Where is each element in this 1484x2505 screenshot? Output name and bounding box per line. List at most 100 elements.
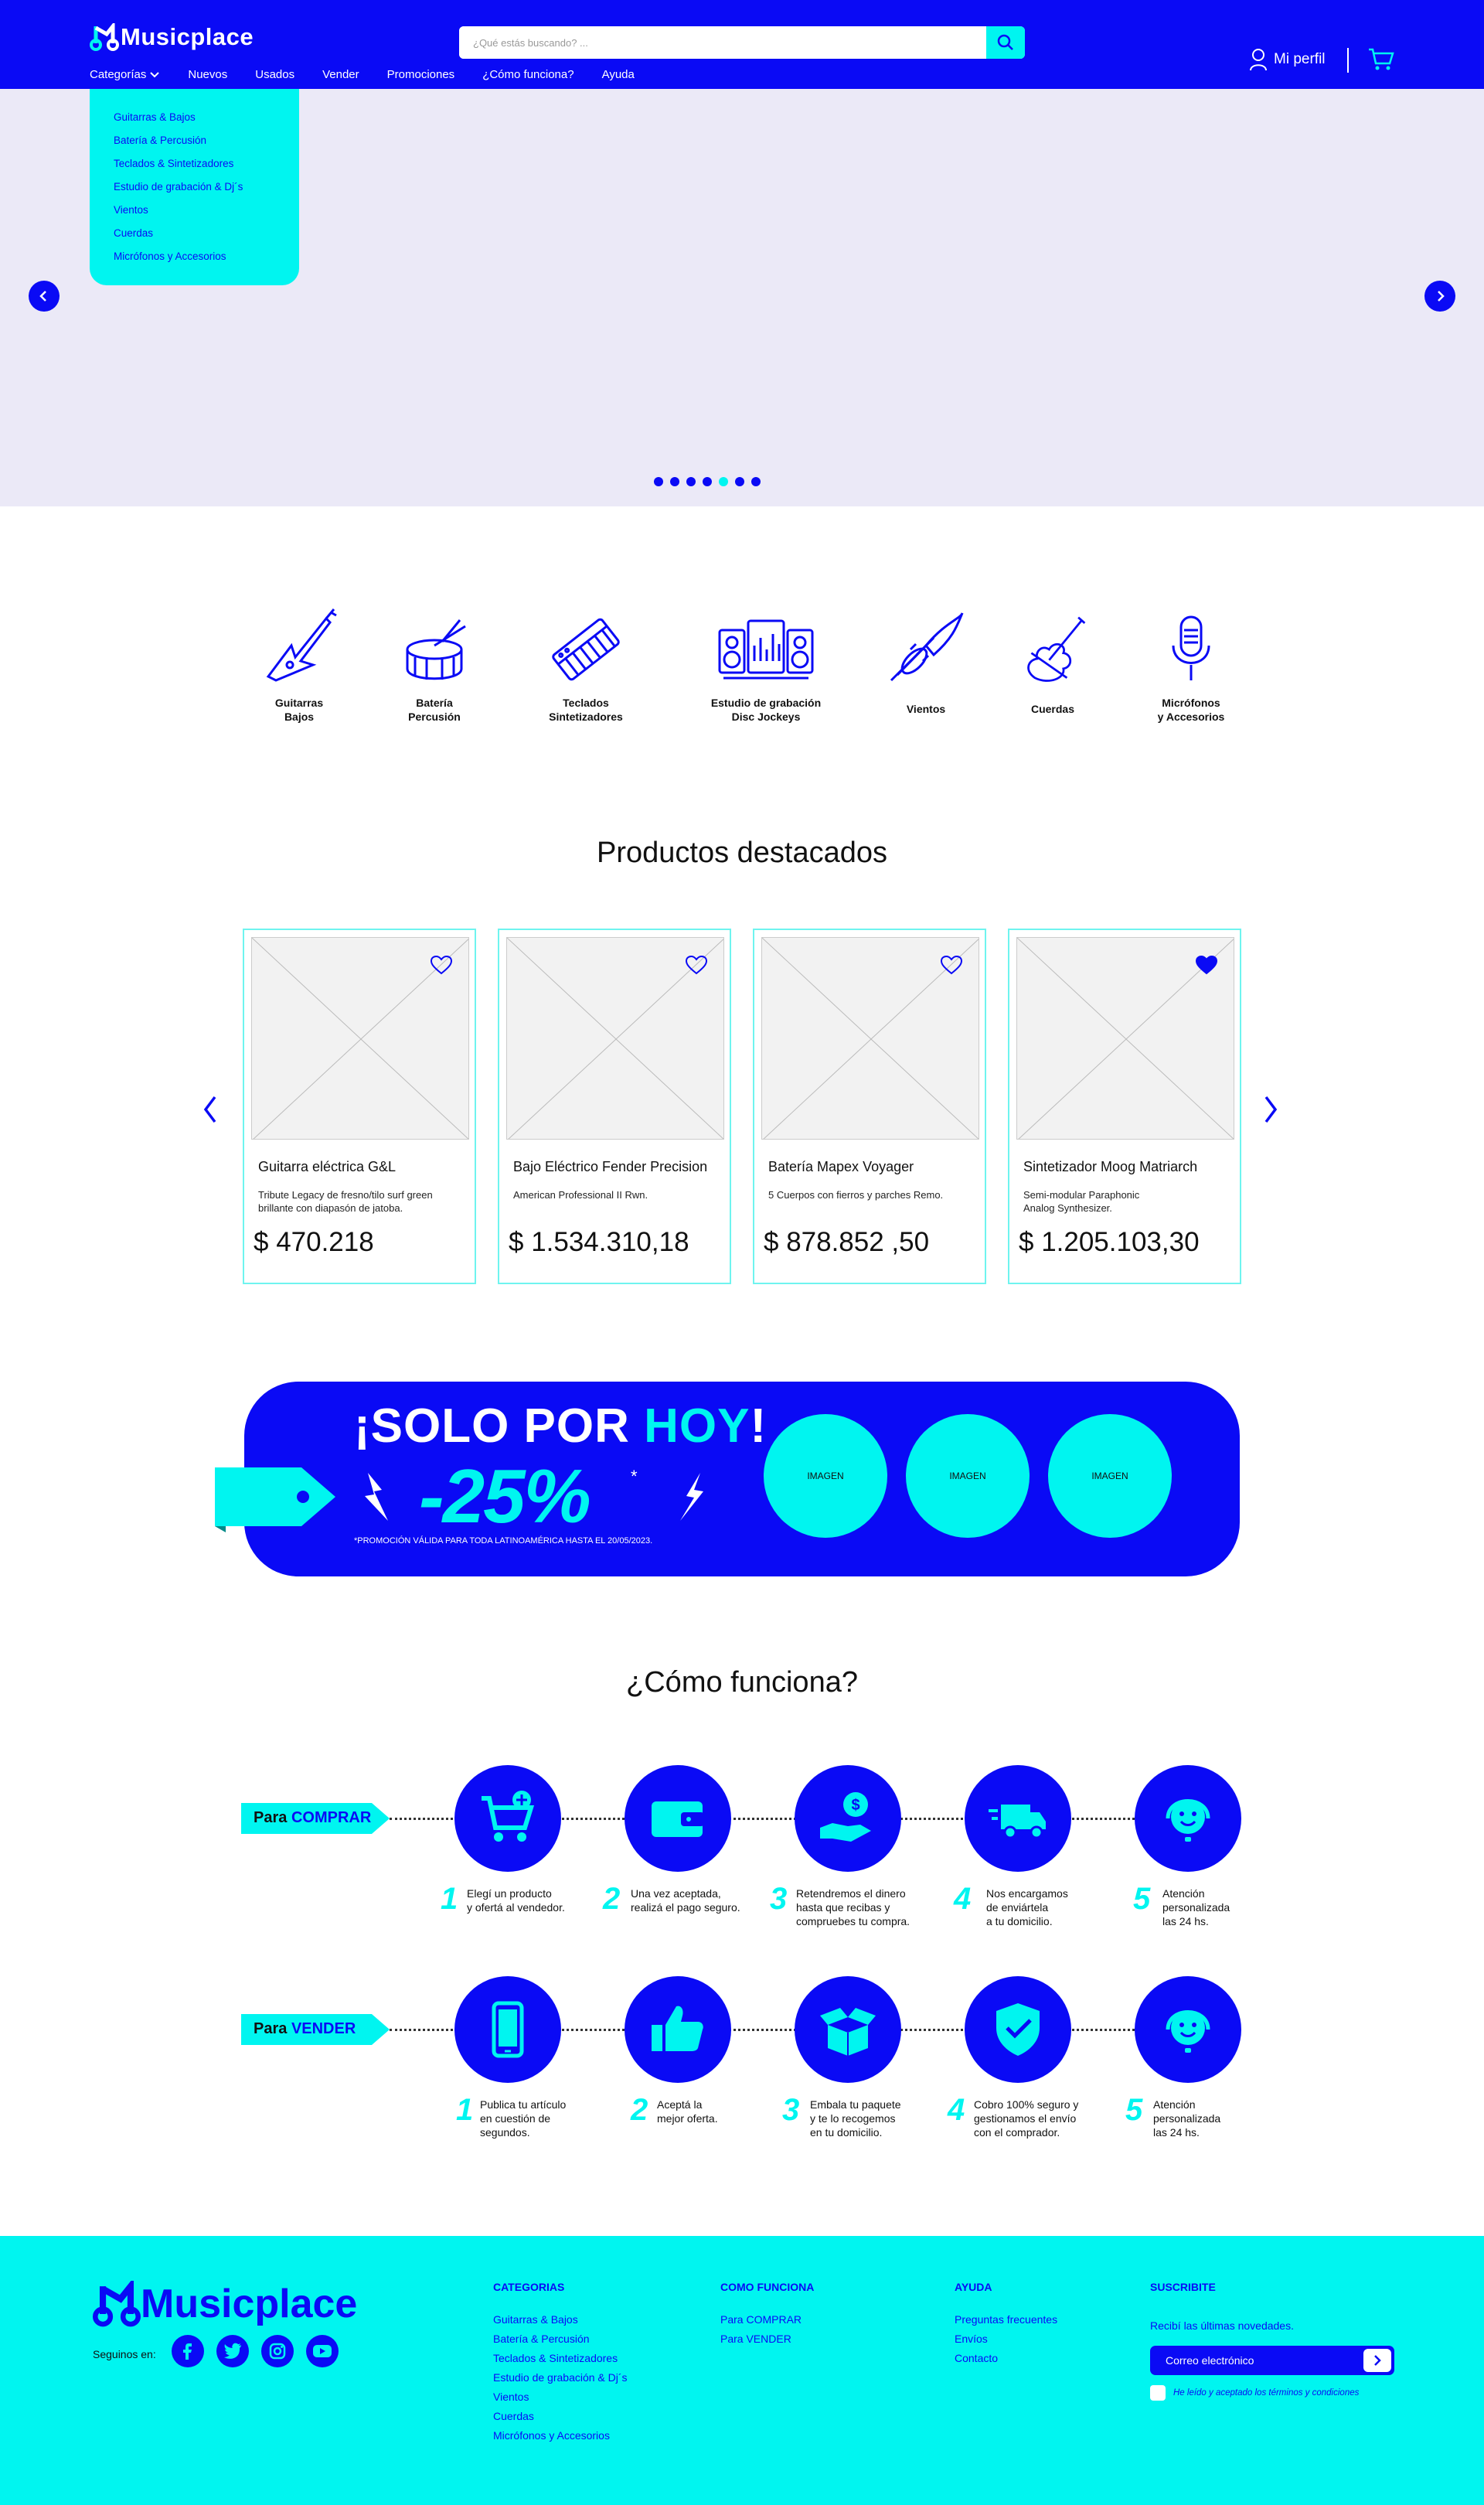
footer-link[interactable]: Preguntas frecuentes	[955, 2313, 1057, 2333]
footer-link[interactable]: Batería & Percusión	[493, 2333, 628, 2352]
cart-button[interactable]	[1368, 48, 1394, 75]
keyboard-icon	[532, 603, 640, 696]
nav-como-funciona[interactable]: ¿Cómo funciona?	[482, 68, 574, 81]
youtube-link[interactable]	[306, 2335, 339, 2367]
brand-logo[interactable]: Musicplace	[90, 23, 254, 51]
support-icon	[1166, 2010, 1210, 2053]
wallet-icon	[652, 1801, 704, 1837]
nav-categorias[interactable]: Categorías	[90, 68, 160, 81]
terms-checkbox[interactable]	[1150, 2385, 1166, 2401]
email-field[interactable]	[1150, 2346, 1351, 2375]
category-estudio[interactable]: Estudio de grabación Disc Jockeys	[694, 603, 838, 724]
carousel-dot[interactable]	[751, 477, 761, 486]
sell-row-label[interactable]: Para VENDER	[241, 2014, 390, 2045]
hero-prev-button[interactable]	[29, 281, 60, 312]
products-next-button[interactable]	[1261, 1094, 1280, 1129]
category-vientos[interactable]: Vientos	[881, 603, 971, 716]
profile-link[interactable]: Mi perfil	[1249, 48, 1326, 71]
carousel-dot[interactable]	[686, 477, 696, 486]
footer-logo[interactable]: Musicplace	[93, 2281, 357, 2327]
footer-link[interactable]: Estudio de grabación & Dj´s	[493, 2371, 628, 2391]
product-title: Sintetizador Moog Matriarch	[1023, 1159, 1198, 1174]
chevron-down-icon	[150, 71, 160, 77]
category-bateria[interactable]: Batería Percusión	[384, 603, 485, 724]
products-prev-button[interactable]	[201, 1094, 220, 1129]
footer-link[interactable]: Vientos	[493, 2391, 628, 2410]
category-teclados[interactable]: Teclados Sintetizadores	[532, 603, 640, 724]
promo-image-3[interactable]: IMAGEN	[1048, 1414, 1172, 1538]
product-card[interactable]: Bajo Eléctrico Fender Precision American…	[498, 929, 731, 1284]
header-divider	[1347, 48, 1349, 73]
buy-step-text: Una vez aceptada, realizá el pago seguro…	[631, 1887, 740, 1914]
footer-link[interactable]: Cuerdas	[493, 2410, 628, 2429]
dropdown-item-vientos[interactable]: Vientos	[114, 202, 299, 225]
twitter-link[interactable]	[216, 2335, 249, 2367]
favorite-button[interactable]	[430, 955, 453, 979]
product-card[interactable]: Batería Mapex Voyager 5 Cuerpos con fier…	[753, 929, 986, 1284]
carousel-dot[interactable]	[703, 477, 712, 486]
chevron-right-icon	[1438, 291, 1445, 302]
nav-usados[interactable]: Usados	[255, 68, 294, 81]
nav-nuevos[interactable]: Nuevos	[188, 68, 227, 81]
how-title: ¿Cómo funciona?	[626, 1666, 858, 1699]
carousel-dot[interactable]	[735, 477, 744, 486]
buy-row-label[interactable]: Para COMPRAR	[241, 1803, 390, 1834]
dropdown-item-bateria[interactable]: Batería & Percusión	[114, 132, 299, 155]
sell-step-1	[454, 1976, 561, 2083]
buy-step-1	[454, 1765, 561, 1872]
dropdown-item-cuerdas[interactable]: Cuerdas	[114, 225, 299, 248]
sell-step-2	[625, 1976, 731, 2083]
carousel-dot[interactable]	[670, 477, 679, 486]
dropdown-item-microfonos[interactable]: Micrófonos y Accesorios	[114, 248, 299, 271]
promo-image-2[interactable]: IMAGEN	[906, 1414, 1030, 1538]
facebook-link[interactable]	[172, 2335, 204, 2367]
footer-link[interactable]: Contacto	[955, 2352, 1057, 2371]
site-footer: Musicplace Seguinos en: CATEGORIAS Guita…	[0, 2236, 1484, 2505]
category-guitarras[interactable]: Guitarras Bajos	[246, 603, 352, 724]
subscribe-button[interactable]	[1363, 2349, 1391, 2372]
product-description: Tribute Legacy de fresno/tilo surf green…	[258, 1189, 433, 1214]
footer-link[interactable]: Guitarras & Bajos	[493, 2313, 628, 2333]
favorite-button[interactable]	[685, 955, 708, 979]
promo-image-1[interactable]: IMAGEN	[764, 1414, 887, 1538]
terms-label: He leído y aceptado los términos y condi…	[1173, 2388, 1360, 2398]
buy-step-2	[625, 1765, 731, 1872]
chevron-left-icon	[39, 291, 46, 302]
footer-heading: AYUDA	[955, 2281, 992, 2293]
carousel-dot-active[interactable]	[719, 477, 728, 486]
category-microfonos[interactable]: Micrófonos y Accesorios	[1149, 603, 1234, 724]
search-input[interactable]	[459, 26, 985, 59]
carousel-dot[interactable]	[654, 477, 663, 486]
search-button[interactable]	[986, 26, 1025, 59]
buy-step-number: 3	[770, 1882, 788, 1916]
studio-icon	[694, 603, 838, 696]
dropdown-item-estudio[interactable]: Estudio de grabación & Dj´s	[114, 179, 299, 202]
nav-promociones[interactable]: Promociones	[387, 68, 455, 81]
nav-vender[interactable]: Vender	[322, 68, 359, 81]
instagram-icon	[269, 2343, 286, 2360]
sell-step-text: Cobro 100% seguro y gestionamos el envío…	[974, 2098, 1079, 2139]
hero-next-button[interactable]	[1424, 281, 1455, 312]
product-card[interactable]: Guitarra eléctrica G&L Tribute Legacy de…	[243, 929, 476, 1284]
sell-step-text: Embala tu paquete y te lo recogemos en t…	[810, 2098, 901, 2139]
favorite-button-active[interactable]	[1195, 955, 1218, 979]
footer-link[interactable]: Para VENDER	[720, 2333, 814, 2352]
heart-outline-icon	[685, 955, 708, 975]
footer-help: AYUDA Preguntas frecuentes Envíos Contac…	[955, 2281, 1057, 2371]
promo-banner[interactable]: ¡SOLO POR HOY! -25% * *PROMOCIÓN VÁLIDA …	[244, 1382, 1240, 1576]
instagram-link[interactable]	[261, 2335, 294, 2367]
category-cuerdas[interactable]: Cuerdas	[1017, 603, 1088, 716]
footer-link[interactable]: Para COMPRAR	[720, 2313, 814, 2333]
dropdown-item-guitarras[interactable]: Guitarras & Bajos	[114, 109, 299, 132]
favorite-button[interactable]	[940, 955, 963, 979]
footer-link[interactable]: Teclados & Sintetizadores	[493, 2352, 628, 2371]
footer-link[interactable]: Micrófonos y Accesorios	[493, 2429, 628, 2449]
footer-link[interactable]: Envíos	[955, 2333, 1057, 2352]
buy-step-text: Retendremos el dinero hasta que recibas …	[796, 1887, 910, 1927]
follow-label: Seguinos en:	[93, 2348, 156, 2360]
sell-step-number: 2	[631, 2093, 648, 2127]
footer-subscribe: SUSCRIBITE	[1150, 2281, 1216, 2313]
product-card[interactable]: Sintetizador Moog Matriarch Semi-modular…	[1008, 929, 1241, 1284]
dropdown-item-teclados[interactable]: Teclados & Sintetizadores	[114, 155, 299, 179]
nav-ayuda[interactable]: Ayuda	[602, 68, 635, 81]
